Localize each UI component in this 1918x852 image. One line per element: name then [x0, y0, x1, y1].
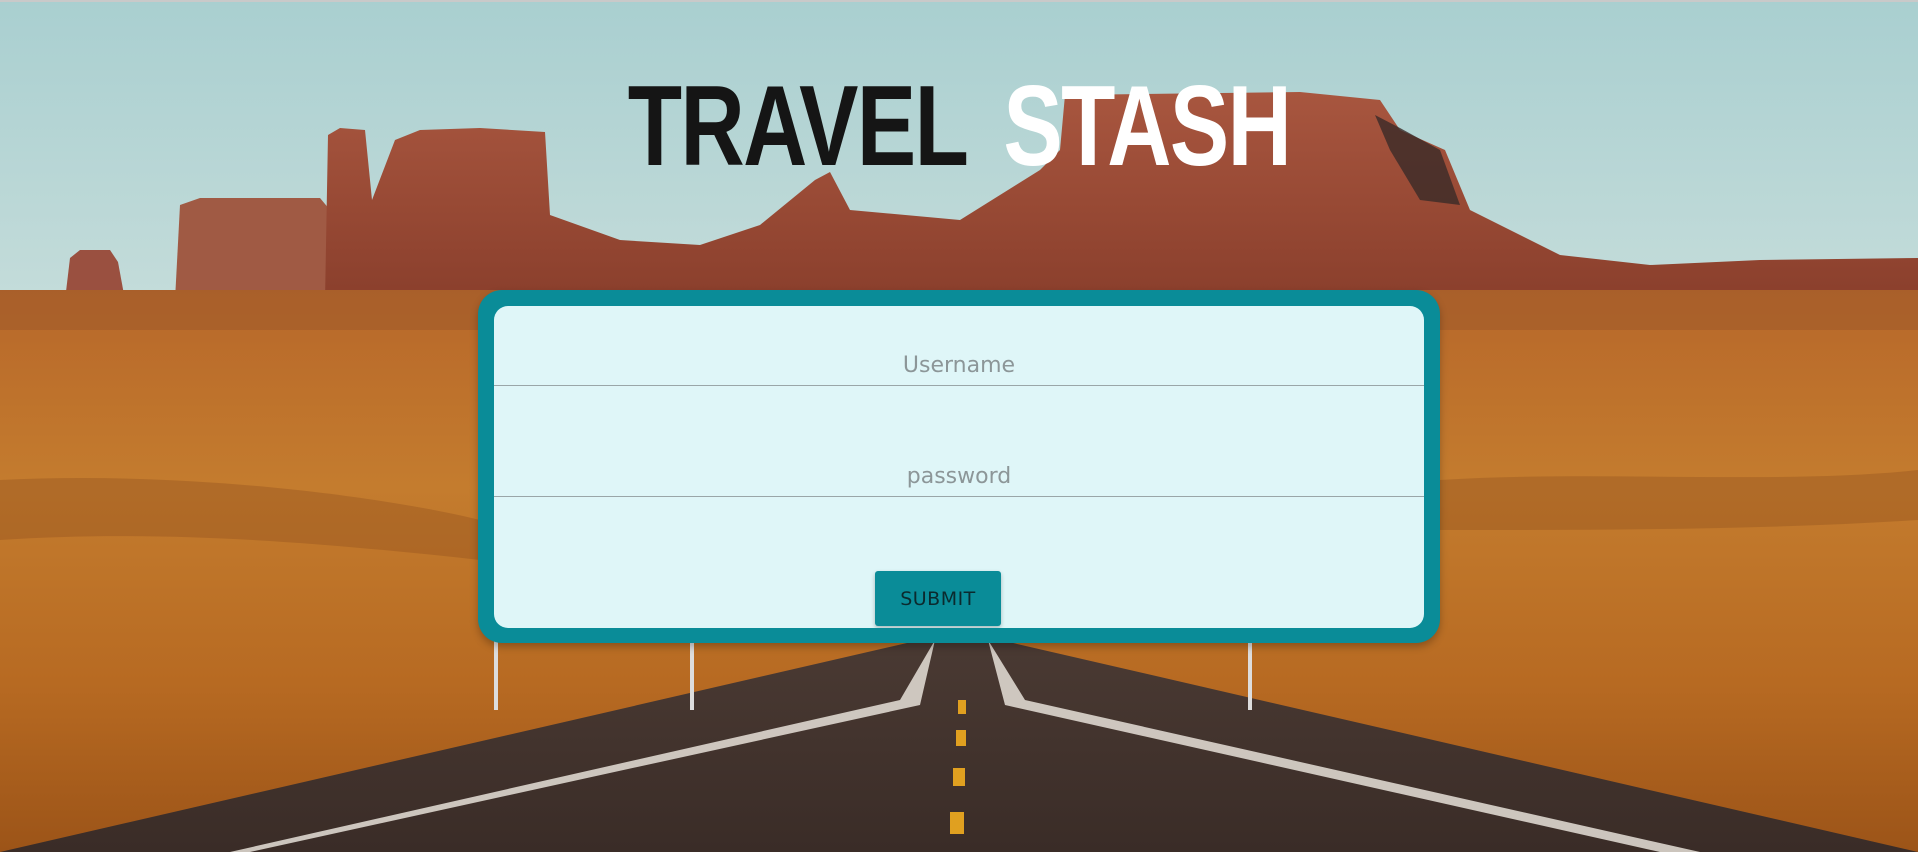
site-title-word-stash: STASH [1003, 63, 1292, 190]
login-form: SUBMIT [494, 306, 1424, 628]
site-title: TRAVEL STASH [211, 68, 1707, 186]
window-top-border [0, 0, 1918, 2]
login-card: SUBMIT [478, 290, 1440, 643]
username-input[interactable] [494, 345, 1424, 386]
site-title-word-travel: TRAVEL [627, 63, 969, 190]
password-input[interactable] [494, 456, 1424, 497]
submit-button[interactable]: SUBMIT [875, 571, 1001, 626]
